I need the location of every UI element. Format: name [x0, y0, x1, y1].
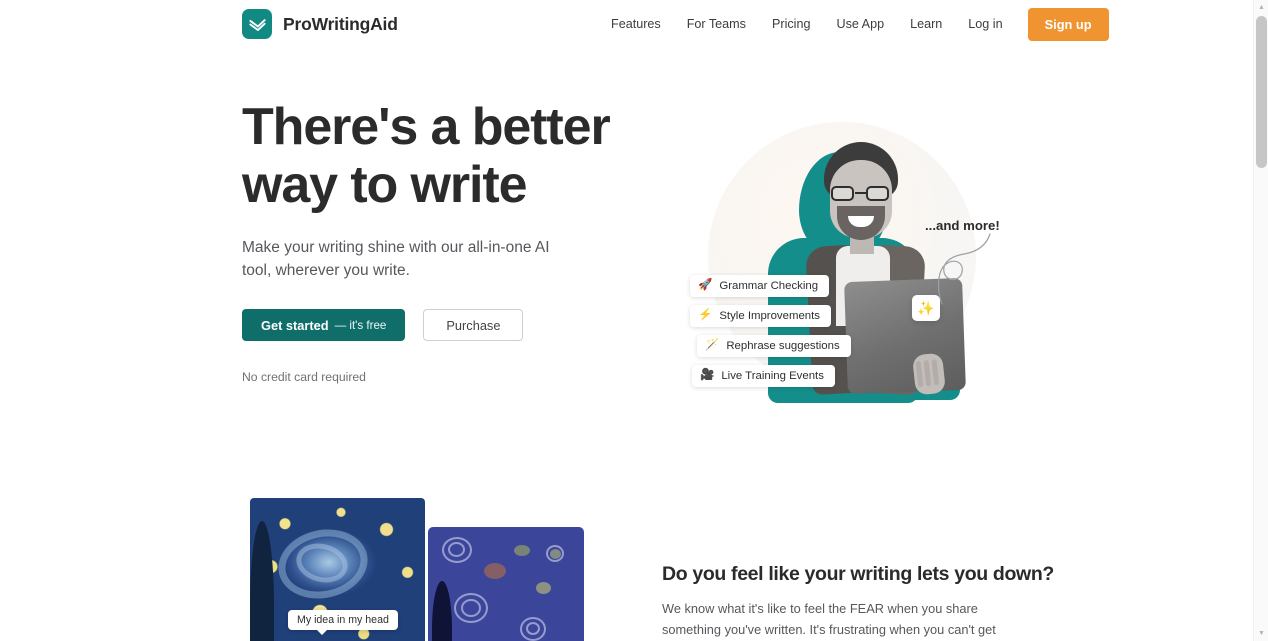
nav-item-for-teams[interactable]: For Teams — [674, 11, 759, 37]
hero-cta-group: Get started — it's free Purchase — [242, 309, 622, 341]
feature-chip-grammar-checking: 🚀 Grammar Checking — [690, 275, 830, 297]
sign-up-button[interactable]: Sign up — [1027, 7, 1109, 41]
hero-section: There's a better way to write Make your … — [0, 48, 1253, 478]
magic-wand-icon: 🪄 — [705, 339, 720, 352]
finger — [923, 359, 932, 387]
nav-item-learn[interactable]: Learn — [897, 11, 955, 37]
lower-section-title: Do you feel like your writing lets you d… — [662, 563, 1054, 585]
idea-vs-reality-images: My idea in my head — [250, 498, 590, 641]
hero-illustration: ✨ ...and more! 🚀 Grammar Checking ⚡ Styl… — [660, 100, 1030, 440]
page-viewport: ProWritingAid Features For Teams Pricing… — [0, 0, 1253, 641]
hero-title-line-2: way to write — [242, 156, 528, 214]
nav-item-use-app[interactable]: Use App — [823, 11, 897, 37]
image-caption-chip: My idea in my head — [288, 610, 398, 635]
hero-subtitle: Make your writing shine with our all-in-… — [242, 239, 550, 279]
hero-title: There's a better way to write — [242, 98, 622, 214]
painting-cypress-tree — [250, 521, 274, 641]
no-credit-card-note: No credit card required — [242, 370, 366, 384]
glasses-bridge — [855, 192, 866, 194]
writing-lets-you-down-section: My idea in my head Do you feel like your… — [0, 478, 1253, 641]
sketch-sun-blob — [484, 563, 506, 579]
page-scrollbar[interactable]: ▲ ▼ — [1253, 0, 1268, 641]
purchase-button[interactable]: Purchase — [423, 309, 524, 341]
person-hand — [911, 352, 947, 396]
nav-item-features[interactable]: Features — [598, 11, 674, 37]
nav-item-log-in[interactable]: Log in — [955, 11, 1015, 37]
finger — [931, 359, 940, 386]
hero-title-line-1: There's a better — [242, 98, 611, 156]
feature-chip-label: Rephrase suggestions — [726, 340, 840, 352]
get-started-button[interactable]: Get started — it's free — [242, 309, 406, 341]
sketch-star-blob — [536, 582, 551, 594]
sparkles-icon: ✨ — [912, 295, 940, 321]
feature-chip-live-training-events: 🎥 Live Training Events — [692, 365, 835, 387]
lightning-bolt-icon: ⚡ — [698, 309, 713, 322]
sketch-star-blob — [514, 545, 530, 556]
nav-item-pricing[interactable]: Pricing — [759, 11, 824, 37]
site-header: ProWritingAid Features For Teams Pricing… — [0, 0, 1253, 48]
glasses-lens-left — [831, 186, 854, 201]
video-camera-icon: 🎥 — [700, 369, 715, 382]
eyeglasses-icon — [830, 186, 892, 201]
brand-name: ProWritingAid — [283, 13, 398, 34]
glasses-lens-right — [866, 186, 889, 201]
scroll-up-arrow-icon[interactable]: ▲ — [1254, 0, 1268, 15]
scrollbar-thumb[interactable] — [1256, 16, 1267, 168]
sketch-spiral — [448, 542, 465, 557]
sketch-spiral — [461, 599, 481, 617]
feature-chip-label: Live Training Events — [721, 370, 824, 382]
lower-copy: Do you feel like your writing lets you d… — [662, 563, 1054, 641]
feature-chip-list: 🚀 Grammar Checking ⚡ Style Improvements … — [690, 275, 851, 387]
sketch-cypress-tree — [432, 581, 452, 641]
feature-chip-label: Grammar Checking — [719, 280, 819, 292]
lower-section-body: We know what it's like to feel the FEAR … — [662, 601, 996, 637]
primary-navigation: Features For Teams Pricing Use App Learn… — [598, 0, 1109, 48]
brand-logo-link[interactable]: ProWritingAid — [242, 9, 398, 39]
sketch-star-blob — [550, 549, 561, 559]
feature-chip-rephrase-suggestions: 🪄 Rephrase suggestions — [697, 335, 851, 357]
crude-sketch-image — [428, 527, 584, 641]
rocket-icon: 🚀 — [698, 279, 713, 292]
get-started-sublabel: — it's free — [334, 318, 387, 332]
feature-chip-label: Style Improvements — [719, 310, 820, 322]
prowritingaid-logo-icon — [242, 9, 272, 39]
feature-chip-style-improvements: ⚡ Style Improvements — [690, 305, 831, 327]
sketch-spiral — [526, 622, 540, 635]
hero-copy: There's a better way to write Make your … — [242, 98, 622, 384]
finger — [915, 360, 924, 388]
and-more-callout: ...and more! — [925, 218, 1000, 233]
get-started-label: Get started — [261, 317, 329, 333]
scroll-down-arrow-icon[interactable]: ▼ — [1254, 626, 1268, 641]
